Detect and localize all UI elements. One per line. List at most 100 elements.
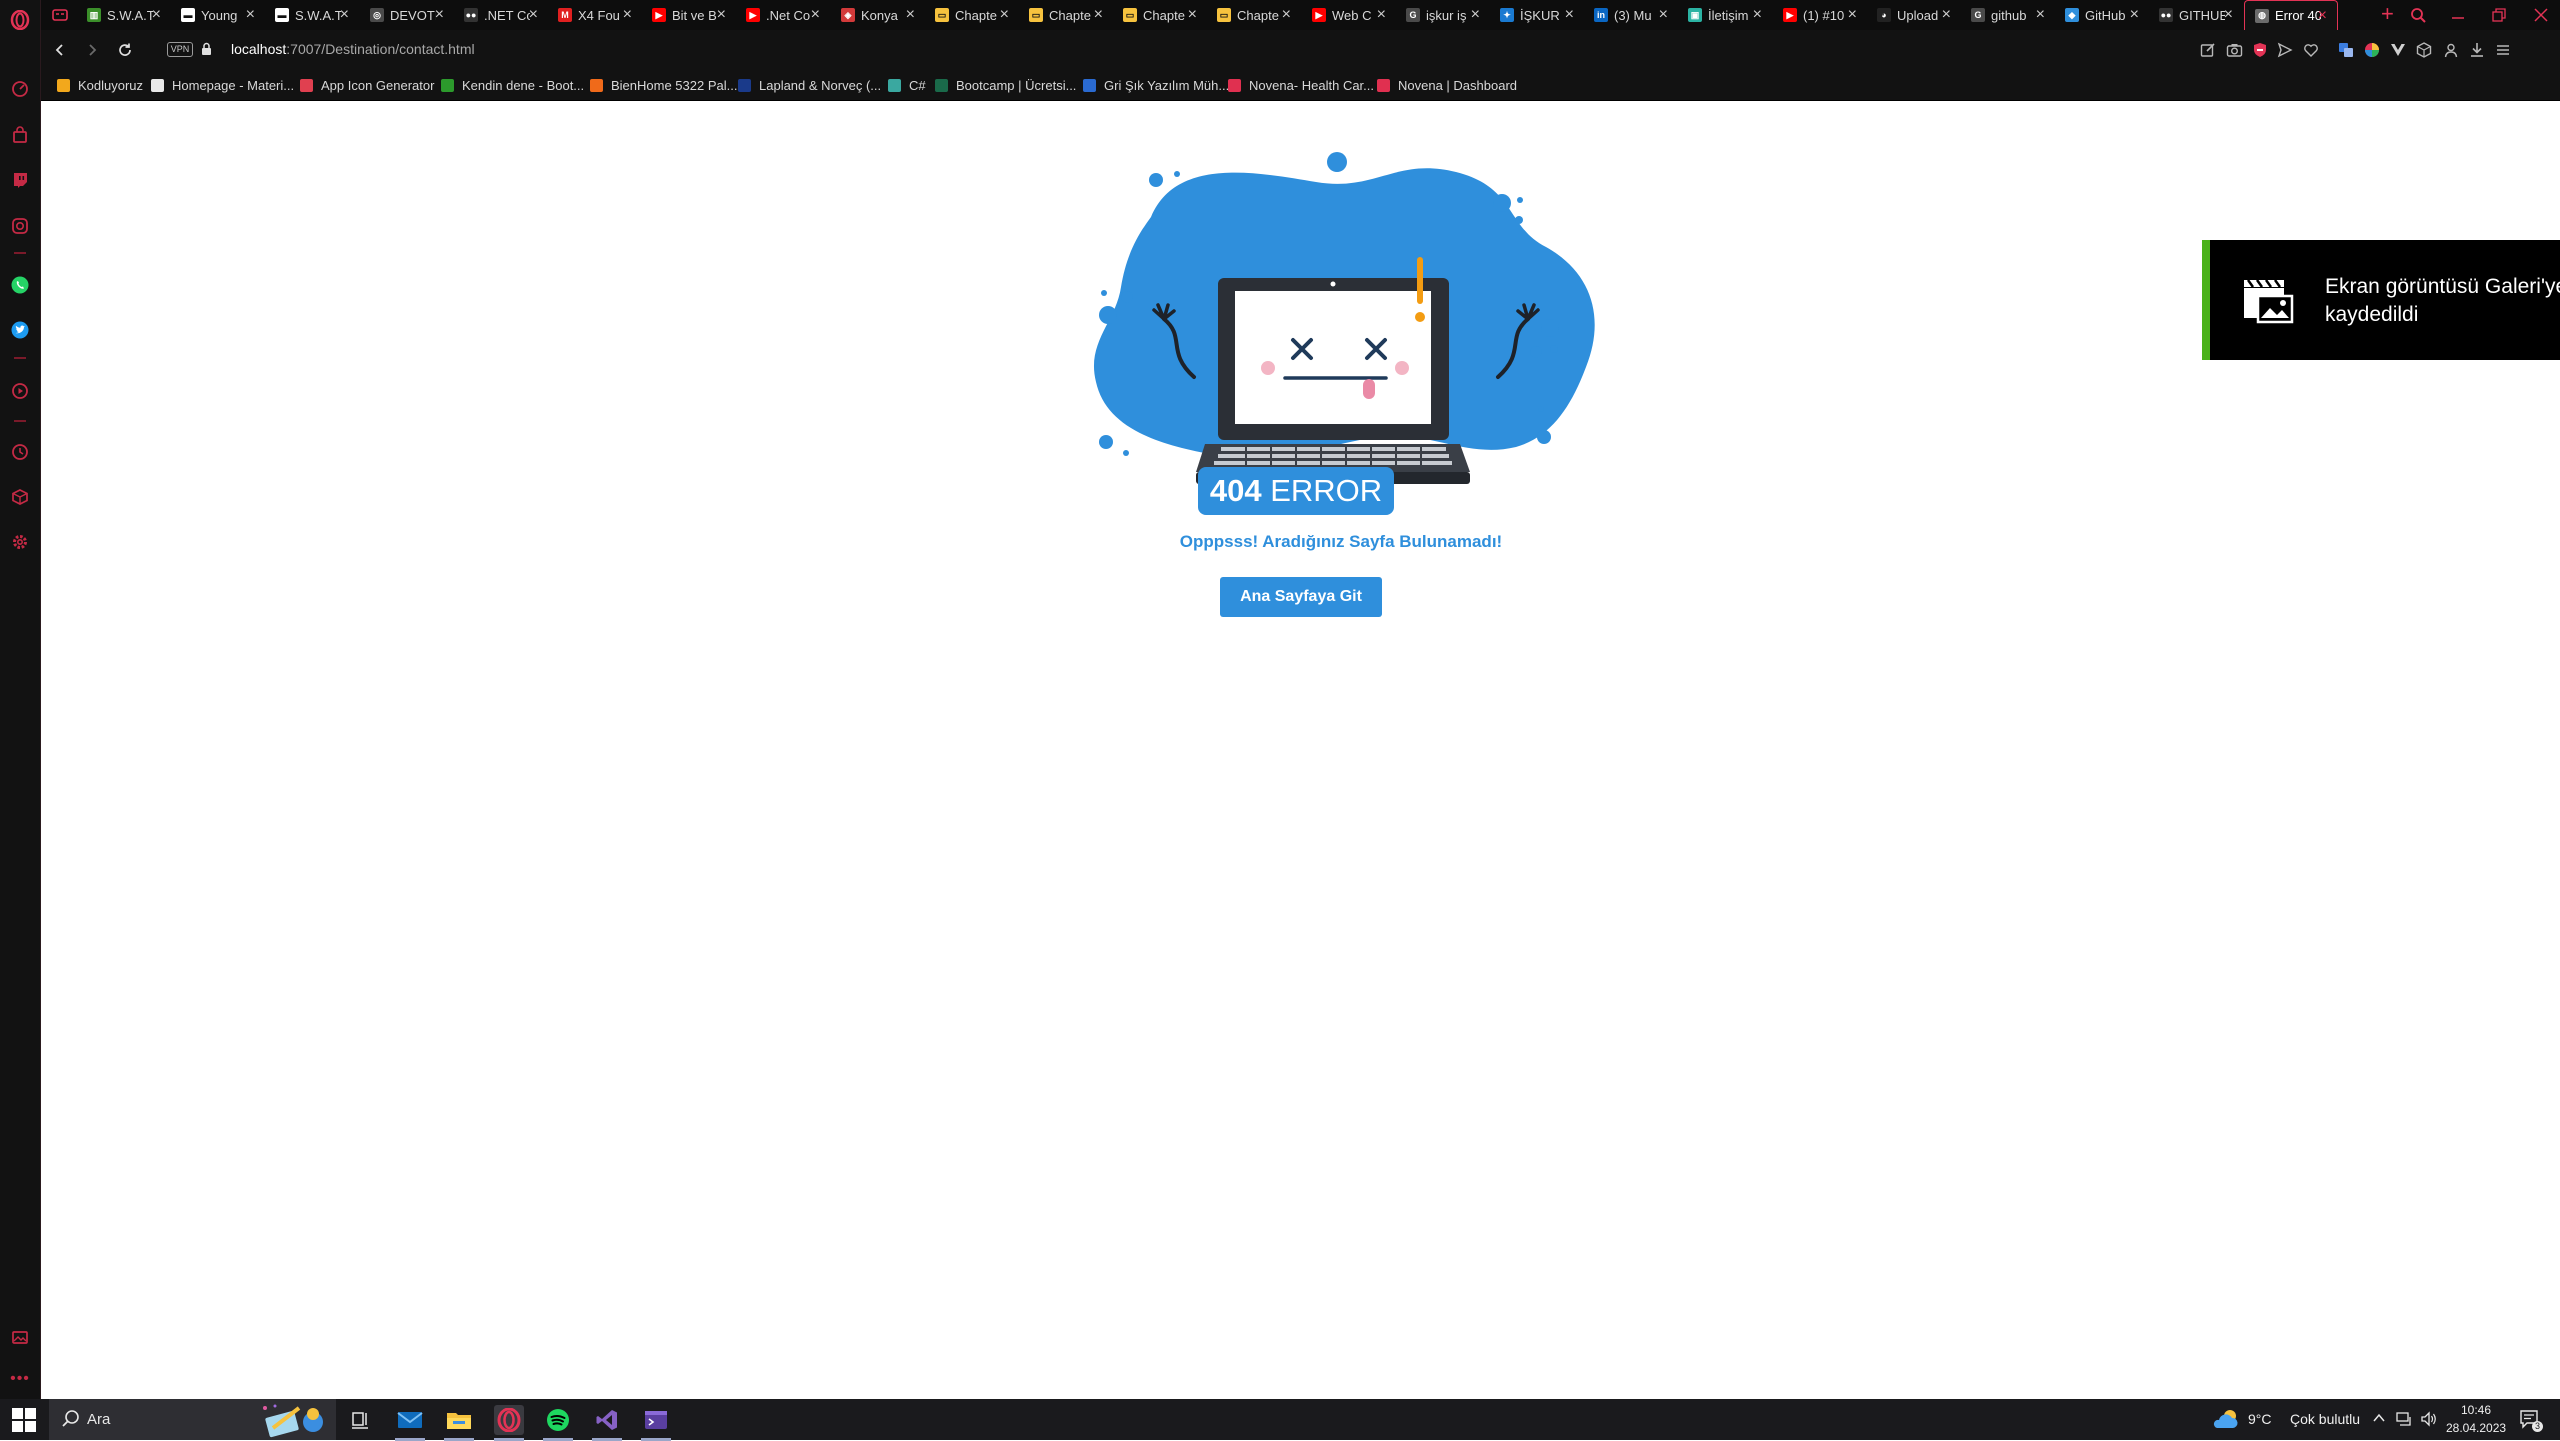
tab-close-icon[interactable]: × bbox=[1565, 7, 1574, 23]
extensions-cube-icon[interactable] bbox=[9, 486, 31, 508]
go-home-button[interactable]: Ana Sayfaya Git bbox=[1220, 577, 1382, 617]
weather-description[interactable]: Çok bulutlu bbox=[2290, 1411, 2360, 1427]
opera-browser-icon[interactable] bbox=[494, 1405, 524, 1441]
vpn-badge[interactable]: VPN bbox=[167, 42, 193, 57]
settings-gear-icon[interactable] bbox=[9, 531, 31, 553]
file-explorer-icon[interactable] bbox=[444, 1405, 474, 1441]
spotify-icon[interactable] bbox=[543, 1405, 573, 1441]
windows-start-icon[interactable] bbox=[12, 1408, 36, 1432]
tab-close-icon[interactable]: × bbox=[1282, 7, 1291, 23]
reload-button[interactable] bbox=[114, 39, 136, 61]
tab-close-icon[interactable]: × bbox=[1094, 7, 1103, 23]
tab-21[interactable]: ◆ GitHub × bbox=[2055, 0, 2149, 30]
instagram-icon[interactable] bbox=[9, 215, 31, 237]
weather-temperature[interactable]: 9°C bbox=[2248, 1411, 2272, 1427]
lock-icon[interactable] bbox=[201, 42, 212, 56]
tab-close-icon[interactable]: × bbox=[717, 7, 726, 23]
profile-icon[interactable] bbox=[2441, 40, 2461, 60]
network-icon[interactable] bbox=[2395, 1411, 2413, 1432]
tab-close-icon[interactable]: × bbox=[2036, 7, 2045, 23]
clock[interactable]: 10:46 28.04.2023 bbox=[2446, 1403, 2506, 1435]
minimize-icon[interactable] bbox=[2451, 0, 2465, 30]
tab-5[interactable]: M X4 Fou × bbox=[548, 0, 642, 30]
whatsapp-icon[interactable] bbox=[9, 274, 31, 296]
bookmark-item[interactable]: Bootcamp | Ücretsi... bbox=[935, 77, 1076, 93]
bookmark-item[interactable]: Novena | Dashboard bbox=[1377, 77, 1517, 93]
tab-1[interactable]: ▬ Young × bbox=[171, 0, 265, 30]
tab-14[interactable]: Gişkur iş × bbox=[1396, 0, 1490, 30]
tray-chevron-up-icon[interactable] bbox=[2372, 1411, 2386, 1430]
taskbar-search-box[interactable]: Ara bbox=[49, 1399, 336, 1440]
history-icon[interactable] bbox=[9, 441, 31, 463]
tab-17[interactable]: ▣ İletişim × bbox=[1678, 0, 1772, 30]
tab-close-icon[interactable]: × bbox=[1471, 7, 1480, 23]
translate-icon[interactable] bbox=[2336, 40, 2356, 60]
tab-close-icon[interactable]: × bbox=[811, 7, 820, 23]
easy-setup-menu-icon[interactable] bbox=[2493, 40, 2513, 60]
tab-close-icon[interactable]: × bbox=[1848, 7, 1857, 23]
bookmark-item[interactable]: Homepage - Materi... bbox=[151, 77, 294, 93]
tab-close-icon[interactable]: × bbox=[2318, 8, 2327, 24]
speed-dial-icon[interactable] bbox=[9, 78, 31, 100]
tab-close-icon[interactable]: × bbox=[2130, 7, 2139, 23]
tab-2[interactable]: ▬ S.W.A.T × bbox=[265, 0, 359, 30]
twitch-icon[interactable] bbox=[9, 169, 31, 191]
tab-4[interactable]: ●● .NET Co × bbox=[454, 0, 548, 30]
bookmark-item[interactable]: Kodluyoruz bbox=[57, 77, 143, 93]
bookmark-item[interactable]: Gri Şık Yazılım Müh... bbox=[1083, 77, 1229, 93]
tab-8[interactable]: ◈ Konya × bbox=[831, 0, 925, 30]
tab-close-icon[interactable]: × bbox=[1188, 7, 1197, 23]
tab-search-icon[interactable] bbox=[2410, 0, 2426, 30]
close-window-icon[interactable] bbox=[2534, 0, 2548, 30]
tab-13[interactable]: ▶ Web C × bbox=[1302, 0, 1396, 30]
extensions-icon[interactable] bbox=[2414, 40, 2434, 60]
camera-icon[interactable] bbox=[2224, 40, 2244, 60]
tab-18[interactable]: ▶ (1) #10 × bbox=[1773, 0, 1867, 30]
tab-3[interactable]: ◎ DEVOTI × bbox=[360, 0, 454, 30]
tab-close-icon[interactable]: × bbox=[246, 7, 255, 23]
tab-close-icon[interactable]: × bbox=[1377, 7, 1386, 23]
tab-close-icon[interactable]: × bbox=[1000, 7, 1009, 23]
visual-studio-icon[interactable] bbox=[592, 1405, 622, 1441]
tab-close-icon[interactable]: × bbox=[1753, 7, 1762, 23]
bookmark-item[interactable]: Lapland & Norveç (... bbox=[738, 77, 881, 93]
back-button[interactable] bbox=[49, 39, 71, 61]
tab-close-icon[interactable]: × bbox=[435, 7, 444, 23]
forward-button[interactable] bbox=[81, 39, 103, 61]
terminal-app-icon[interactable] bbox=[641, 1405, 671, 1441]
tab-close-icon[interactable]: × bbox=[623, 7, 632, 23]
weather-cloud-icon[interactable] bbox=[2213, 1408, 2241, 1435]
tab-22[interactable]: ●● GITHUB × bbox=[2149, 0, 2243, 30]
tab-20[interactable]: Ggithub × bbox=[1961, 0, 2055, 30]
notification-center-icon[interactable]: 3 bbox=[2518, 1408, 2543, 1437]
download-icon[interactable] bbox=[2467, 40, 2487, 60]
mail-app-icon[interactable] bbox=[395, 1405, 425, 1441]
tab-0[interactable]: ▥ S.W.A.T × bbox=[77, 0, 171, 30]
bookmark-item[interactable]: C# bbox=[888, 77, 926, 93]
new-tab-icon[interactable]: + bbox=[2381, 0, 2394, 30]
color-wheel-icon[interactable] bbox=[2362, 40, 2382, 60]
bookmark-item[interactable]: Novena- Health Car... bbox=[1228, 77, 1374, 93]
send-arrow-icon[interactable] bbox=[2275, 40, 2295, 60]
tab-7[interactable]: ▶ .Net Co × bbox=[736, 0, 830, 30]
tab-close-icon[interactable]: × bbox=[152, 7, 161, 23]
heart-icon[interactable] bbox=[2301, 40, 2321, 60]
tab-close-icon[interactable]: × bbox=[1942, 7, 1951, 23]
tab-close-icon[interactable]: × bbox=[529, 7, 538, 23]
volume-icon[interactable] bbox=[2420, 1411, 2438, 1432]
shopping-bag-icon[interactable] bbox=[9, 124, 31, 146]
bookmark-item[interactable]: App Icon Generator bbox=[300, 77, 434, 93]
tab-16[interactable]: in (3) Mu × bbox=[1584, 0, 1678, 30]
gallery-icon[interactable] bbox=[9, 1326, 31, 1348]
tab-6[interactable]: ▶ Bit ve B × bbox=[642, 0, 736, 30]
opera-logo-icon[interactable] bbox=[9, 9, 31, 31]
tab-close-icon[interactable]: × bbox=[340, 7, 349, 23]
bookmark-item[interactable]: BienHome 5322 Pal... bbox=[590, 77, 737, 93]
tab-15[interactable]: ✦ İŞKUR × bbox=[1490, 0, 1584, 30]
tab-close-icon[interactable]: × bbox=[2224, 7, 2233, 23]
vue-devtools-icon[interactable] bbox=[2388, 40, 2408, 60]
tab-9[interactable]: ▭ Chapte × bbox=[925, 0, 1019, 30]
tab-close-icon[interactable]: × bbox=[906, 7, 915, 23]
more-options-icon[interactable]: ••• bbox=[9, 1368, 31, 1390]
tab-12[interactable]: ▭ Chapte × bbox=[1207, 0, 1301, 30]
